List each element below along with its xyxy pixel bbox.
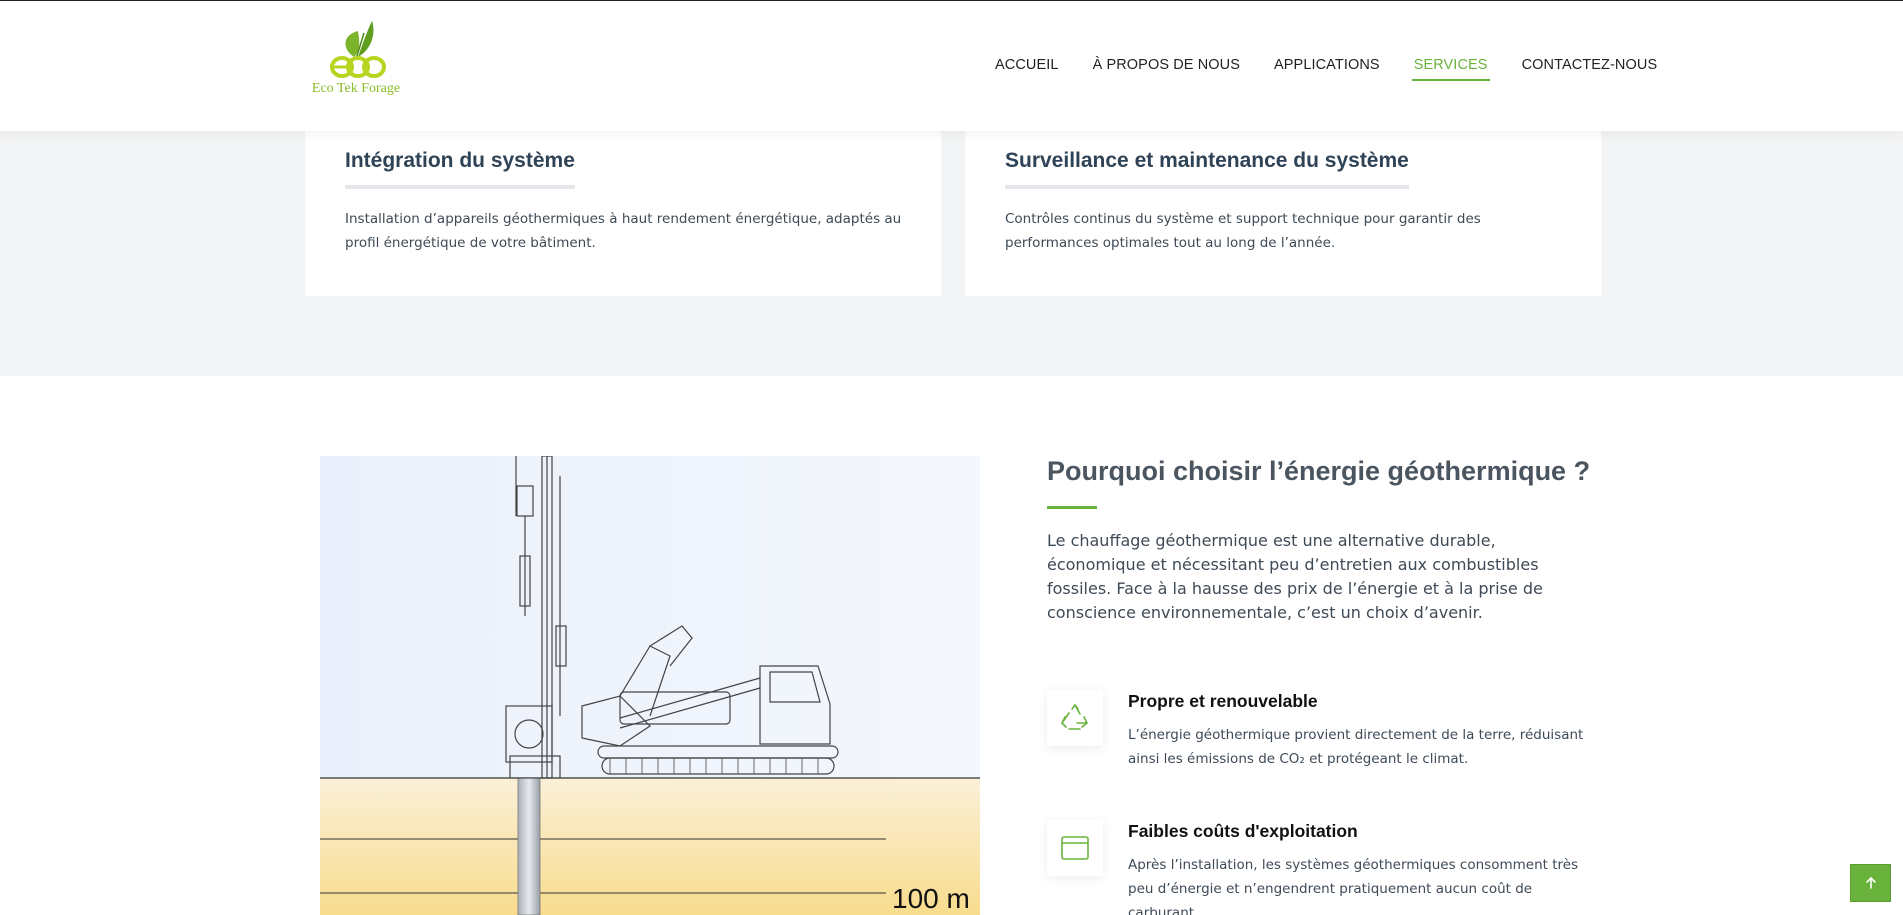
service-card-text: Contrôles continus du système et support… <box>1005 211 1481 251</box>
arrow-up-icon <box>1865 876 1876 889</box>
nav-contact[interactable]: CONTACTEZ-NOUS <box>1522 57 1658 81</box>
section-intro: Le chauffage géothermique est une altern… <box>1047 531 1543 622</box>
service-card: Intégration du système Installation d’ap… <box>305 131 941 296</box>
nav-services[interactable]: SERVICES <box>1411 57 1490 81</box>
logo-leaf-icon <box>330 21 386 78</box>
feature-title: Propre et renouvelable <box>1128 691 1318 711</box>
feature-title: Faibles coûts d'exploitation <box>1128 821 1358 841</box>
main-nav: ACCUEIL À PROPOS DE NOUS APPLICATIONS SE… <box>995 57 1657 81</box>
service-card-text: Installation d’appareils géothermiques à… <box>345 211 902 251</box>
drilling-rig-illustration: 100 m <box>320 456 980 915</box>
feature-text: Après l’installation, les systèmes géoth… <box>1128 857 1579 915</box>
wallet-icon <box>1047 820 1103 876</box>
site-header: Eco Tek Forage ACCUEIL À PROPOS DE NOUS … <box>0 0 1903 131</box>
section-title: Pourquoi choisir l’énergie géothermique … <box>1047 456 1591 486</box>
drilling-rig-image: 100 m <box>320 456 980 915</box>
scroll-to-top-button[interactable] <box>1850 864 1891 902</box>
nav-a-propos[interactable]: À PROPOS DE NOUS <box>1093 57 1240 81</box>
title-underline <box>1047 506 1097 509</box>
service-card-title: Intégration du système <box>345 149 575 189</box>
service-card-title: Surveillance et maintenance du système <box>1005 149 1409 189</box>
logo-text: Eco Tek Forage <box>311 81 401 96</box>
nav-accueil[interactable]: ACCUEIL <box>995 57 1059 81</box>
services-section: Intégration du système Installation d’ap… <box>0 131 1903 376</box>
feature-text: L’énergie géothermique provient directem… <box>1128 727 1584 767</box>
nav-applications[interactable]: APPLICATIONS <box>1274 57 1380 81</box>
recycle-icon <box>1047 690 1103 746</box>
depth-label: 100 m <box>892 883 970 914</box>
service-card: Surveillance et maintenance du système C… <box>965 131 1601 296</box>
logo[interactable]: Eco Tek Forage <box>306 19 406 101</box>
